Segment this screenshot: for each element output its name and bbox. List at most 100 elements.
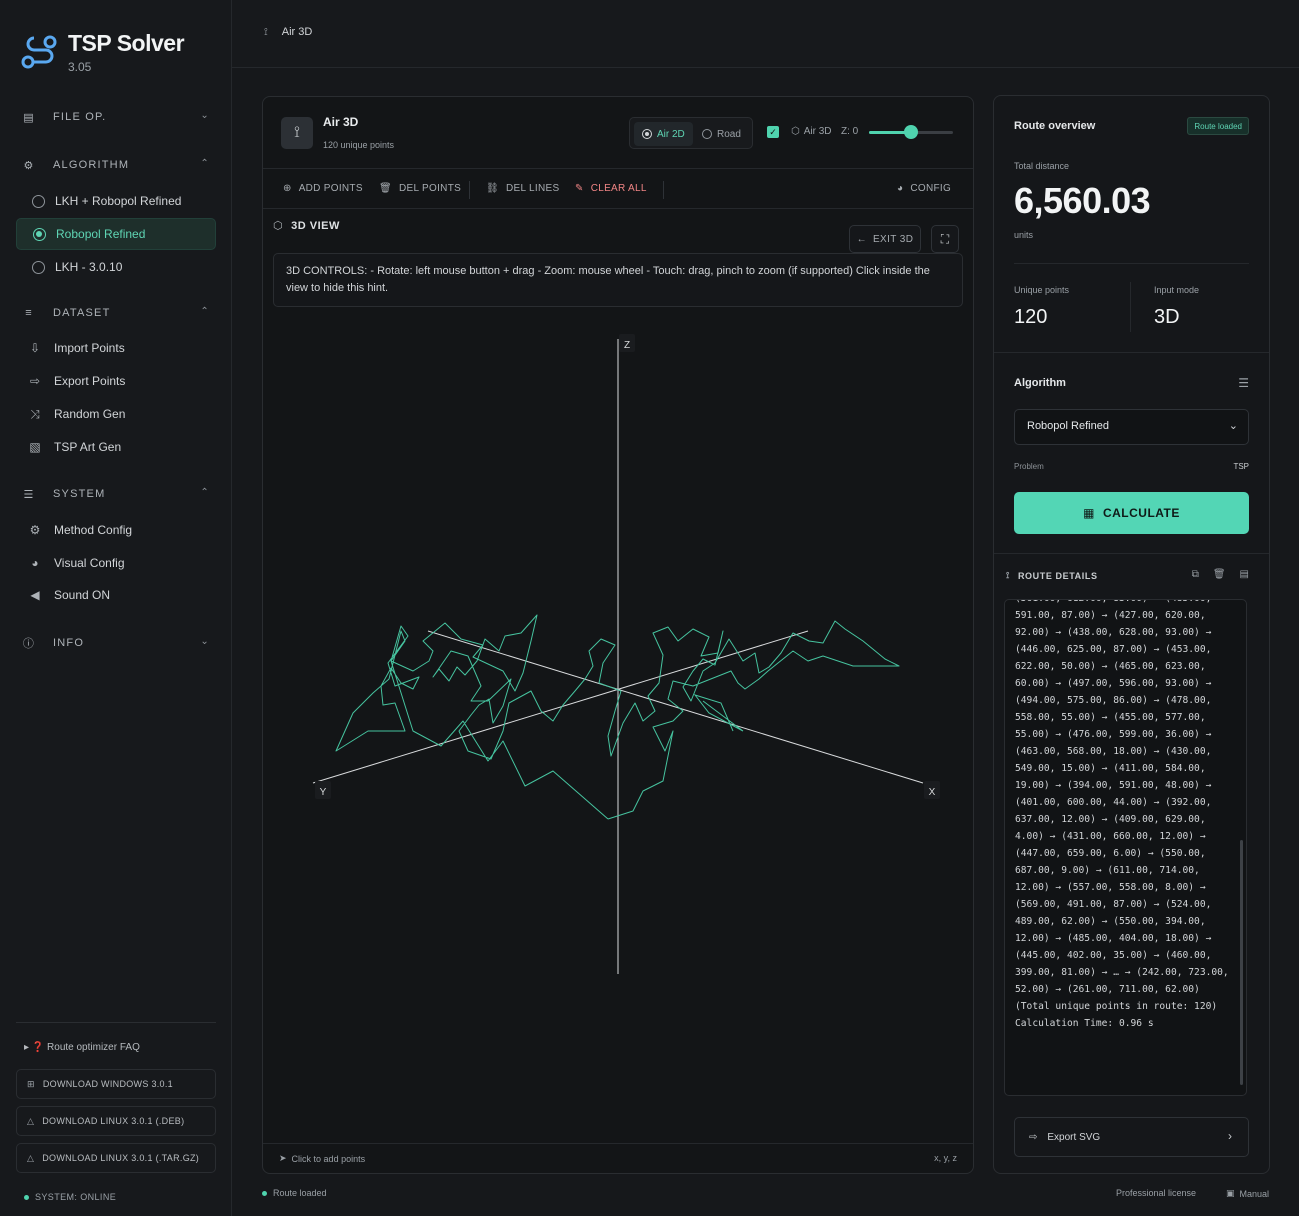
del-lines-button[interactable]: ⛓ DEL LINES <box>486 183 559 194</box>
radio-icon <box>702 129 712 139</box>
app-version: 3.05 <box>68 60 92 74</box>
air3d-checkbox[interactable]: ✓ <box>767 126 779 138</box>
status-dot <box>24 1194 29 1200</box>
view-title: ⬡ 3D VIEW <box>273 219 340 233</box>
panel-header: ⟟ Air 3D 120 unique points Air 2D Road ✓… <box>263 97 973 169</box>
total-distance-units: units <box>1014 230 1034 240</box>
export-svg-button[interactable]: ⇨ Export SVG › <box>1014 1117 1249 1157</box>
download-windows-button[interactable]: ⊞ DOWNLOAD WINDOWS 3.0.1 <box>16 1069 216 1099</box>
fullscreen-button[interactable]: ⛶ <box>931 225 959 253</box>
app-title: TSP Solver <box>68 30 185 56</box>
mode-air2d[interactable]: Air 2D <box>634 122 693 146</box>
download-linux-deb-button[interactable]: △ DOWNLOAD LINUX 3.0.1 (.DEB) <box>16 1106 216 1136</box>
radio-icon <box>32 260 45 274</box>
download-linux-tar-button[interactable]: △ DOWNLOAD LINUX 3.0.1 (.TAR.GZ) <box>16 1143 216 1173</box>
linux-icon: △ <box>27 1152 35 1163</box>
section-dataset[interactable]: ≡ DATASET ⌃ <box>22 300 214 326</box>
route-path-branch <box>693 694 744 732</box>
route-details-title: ⟟ ROUTE DETAILS <box>1006 570 1098 581</box>
mode-road[interactable]: Road <box>694 122 749 146</box>
algorithm-select[interactable]: Robopol Refined ⌄ <box>1014 409 1249 445</box>
config-button[interactable]: ◕ CONFIG <box>897 183 951 194</box>
sidebar-item-sound[interactable]: ◀ Sound ON <box>16 580 216 610</box>
save-icon[interactable]: ▤ <box>1240 569 1249 580</box>
sidebar-item-import-points[interactable]: ⇩ Import Points <box>16 333 216 363</box>
footer-status-label: Route loaded <box>273 1188 327 1198</box>
copy-icon[interactable]: ⧉ <box>1192 569 1199 580</box>
chevron-down-icon: ⌄ <box>1228 420 1238 432</box>
route-details-box[interactable]: (561.00, 612.00, 83.00) → (485.00, 591.0… <box>1004 599 1247 1096</box>
z-slider[interactable] <box>869 125 953 139</box>
section-info-label: INFO <box>53 637 85 649</box>
divider <box>16 1022 216 1023</box>
file-icon: ▤ <box>23 111 35 124</box>
z-slider-handle[interactable] <box>904 125 918 139</box>
faq-link[interactable]: ▸ ❓ Route optimizer FAQ <box>24 1042 140 1053</box>
export-svg-label: Export SVG <box>1047 1131 1101 1143</box>
exit-3d-button[interactable]: ← EXIT 3D <box>849 225 921 253</box>
radio-icon <box>33 227 46 241</box>
section-file[interactable]: ▤ FILE OP. ⌄ <box>22 104 214 130</box>
sidebar-item-export-points[interactable]: ⇨ Export Points <box>16 366 216 396</box>
palette-icon: ◕ <box>897 183 904 194</box>
footer-hint-label: Click to add points <box>291 1153 366 1164</box>
section-algorithm-label: ALGORITHM <box>53 159 130 171</box>
algorithm-option-label: LKH + Robopol Refined <box>55 194 182 208</box>
footer-status: Route loaded <box>262 1188 327 1198</box>
database-icon: ≡ <box>25 307 33 319</box>
manual-link[interactable]: ▣ Manual <box>1226 1188 1269 1199</box>
divider <box>469 181 470 199</box>
air3d-toggle[interactable]: ⬡ Air 3D <box>791 126 832 137</box>
download-label: DOWNLOAD LINUX 3.0.1 (.TAR.GZ) <box>42 1153 200 1163</box>
del-points-button[interactable]: 🗑 DEL POINTS <box>379 183 461 194</box>
algorithm-option-lkh-robopol[interactable]: LKH + Robopol Refined <box>16 186 216 216</box>
algorithm-option-label: Robopol Refined <box>56 227 146 241</box>
cube-icon: ⬡ <box>791 126 800 137</box>
sidebar-item-method-config[interactable]: ⚙ Method Config <box>16 515 216 545</box>
add-points-label: ADD POINTS <box>298 183 363 194</box>
divider <box>663 181 664 199</box>
chevron-up-icon: ⌃ <box>200 158 210 169</box>
algorithm-option-lkh[interactable]: LKH - 3.0.10 <box>16 252 216 282</box>
arrow-left-icon: ← <box>856 233 867 245</box>
total-distance-label: Total distance <box>1014 161 1070 171</box>
sidebar-item-label: TSP Art Gen <box>54 440 122 454</box>
sidebar-item-label: Random Gen <box>54 407 126 421</box>
sidebar-item-visual-config[interactable]: ◕ Visual Config <box>16 548 216 578</box>
export-icon: ⇨ <box>1029 1131 1038 1143</box>
route-logo-icon <box>21 35 57 69</box>
faq-label: Route optimizer FAQ <box>47 1042 140 1053</box>
unlink-icon: ⛓ <box>486 183 499 194</box>
del-lines-label: DEL LINES <box>506 183 560 194</box>
route-icon: ⟟ <box>281 117 313 149</box>
cube-icon: ⬡ <box>273 220 284 232</box>
section-info[interactable]: ⓘ INFO ⌄ <box>22 630 214 656</box>
sidebar-item-tsp-art-gen[interactable]: ▧ TSP Art Gen <box>16 432 216 462</box>
3d-canvas[interactable]: Z Y X <box>263 311 973 1141</box>
scrollbar[interactable] <box>1240 840 1243 1085</box>
unique-points-value: 120 <box>1014 306 1048 328</box>
algorithm-option-robopol[interactable]: Robopol Refined <box>16 218 216 250</box>
add-points-button[interactable]: ⊕ ADD POINTS <box>283 183 363 194</box>
algorithm-title: Algorithm <box>1014 377 1066 389</box>
book-icon: ▣ <box>1226 1188 1235 1198</box>
section-system[interactable]: ☰ SYSTEM ⌃ <box>22 481 214 507</box>
controls-hint[interactable]: 3D CONTROLS: - Rotate: left mouse button… <box>273 253 963 307</box>
sidebar-item-random-gen[interactable]: ⤨ Random Gen <box>16 399 216 429</box>
sidebar-item-label: Sound ON <box>54 588 111 602</box>
cursor-icon: ➤ <box>279 1153 287 1163</box>
clear-all-button[interactable]: ✎ CLEAR ALL <box>575 183 647 194</box>
app-logo[interactable]: TSP Solver 3.05 <box>20 28 220 78</box>
calculate-button[interactable]: ▦ CALCULATE <box>1014 492 1249 534</box>
radio-icon <box>642 129 652 139</box>
settings-icon[interactable]: ☰ <box>1238 376 1249 390</box>
license-link[interactable]: Professional license <box>1116 1188 1196 1198</box>
speaker-icon: ◀ <box>30 588 40 602</box>
unique-points-label: Unique points <box>1014 285 1070 295</box>
trash-icon[interactable]: 🗑 <box>1213 569 1226 580</box>
route-overview-title: Route overview <box>1014 120 1096 132</box>
gear-icon: ⚙ <box>29 523 41 537</box>
download-label: DOWNLOAD LINUX 3.0.1 (.DEB) <box>42 1116 185 1126</box>
section-algorithm[interactable]: ⚙ ALGORITHM ⌃ <box>22 152 214 178</box>
linux-icon: △ <box>27 1115 35 1126</box>
